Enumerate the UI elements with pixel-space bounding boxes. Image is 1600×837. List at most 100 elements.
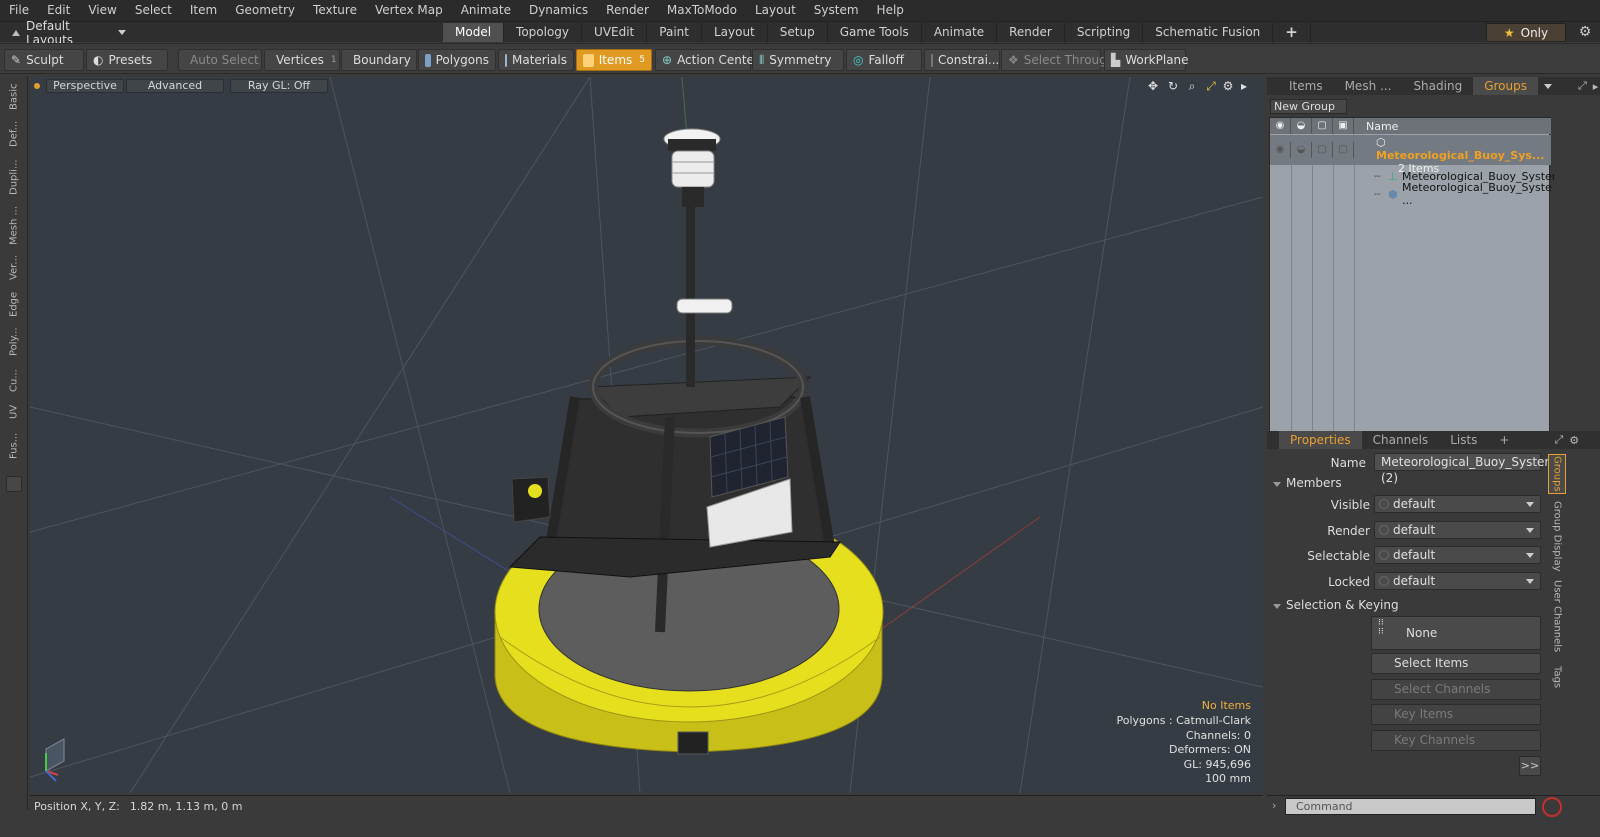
viewport-gear-icon[interactable]: ⚙ [1221,79,1235,93]
gear-icon[interactable]: ⚙ [1569,434,1579,447]
tab-render[interactable]: Render [997,23,1065,42]
visibility-icon[interactable]: ◉ [1270,118,1291,134]
materials-button[interactable]: Materials [498,49,574,71]
locked-dropdown[interactable]: default [1374,572,1541,590]
sculpt-button[interactable]: ✎ Sculpt [4,49,84,71]
key-items-button[interactable]: Key Items [1371,704,1541,725]
record-stop-icon[interactable] [1542,797,1562,817]
tab-topology[interactable]: Topology [504,23,583,42]
vtab-mesh[interactable]: Mesh ... [4,202,24,248]
menu-geometry[interactable]: Geometry [226,0,304,21]
tab-model[interactable]: Model [443,23,505,42]
group-row-root[interactable]: ◉ ◒ ▢ ▢ ⬡ Meteorological_Buoy_Sys... 2 I… [1270,135,1551,175]
viewport-menu-dot[interactable] [34,83,40,89]
tab-items[interactable]: Items [1267,77,1334,95]
workplane-button[interactable]: ▙ WorkPlane [1104,49,1189,71]
tab-game-tools[interactable]: Game Tools [828,23,922,42]
tab-animate[interactable]: Animate [922,23,998,42]
boundary-button[interactable]: Boundary [341,49,417,71]
selectable-dropdown[interactable]: default [1374,546,1541,564]
selection-keying-section[interactable]: Selection & Keying [1273,598,1399,612]
menu-maxtomodo[interactable]: MaxToModo [658,0,746,21]
tab-lists[interactable]: Lists [1439,431,1488,449]
menu-vertex-map[interactable]: Vertex Map [366,0,452,21]
select-items-button[interactable]: Select Items [1371,653,1541,674]
render-toggle-icon[interactable]: ◒ [1291,142,1312,158]
gear-icon[interactable]: ⚙ [1576,24,1594,41]
name-column-header[interactable]: Name [1354,120,1398,133]
tab-groups[interactable]: Groups [1473,77,1538,95]
vertices-button[interactable]: Vertices 1 [264,49,340,71]
presets-button[interactable]: ◐ Presets [86,49,168,71]
lock-icon[interactable]: ▢ [1312,118,1333,134]
tab-paint[interactable]: Paint [647,23,702,42]
vtab-uv[interactable]: UV [4,400,24,424]
fit-view-icon[interactable]: ⤢ [1204,79,1218,93]
polygons-button[interactable]: Polygons [418,49,496,71]
tab-mesh[interactable]: Mesh ... [1334,77,1403,95]
add-tab-icon[interactable]: + [1273,23,1311,42]
vtab-fusion[interactable]: Fus... [4,426,24,466]
name-field[interactable]: Meteorological_Buoy_System (2) [1374,453,1556,485]
key-channels-button[interactable]: Key Channels [1371,730,1541,751]
select-through-button[interactable]: ❖ Select Through [1001,49,1114,71]
only-button[interactable]: ★ Only [1486,23,1566,42]
more-icon[interactable]: ▸ [1593,80,1599,93]
new-group-button[interactable]: New Group [1270,99,1347,114]
vtab-curve[interactable]: Cu... [4,364,24,398]
menu-texture[interactable]: Texture [304,0,366,21]
viewport-more-icon[interactable]: ▸ [1237,79,1251,93]
perspective-dropdown[interactable]: Perspective [46,79,124,93]
tab-channels[interactable]: Channels [1362,431,1440,449]
move-view-icon[interactable]: ✥ [1146,79,1160,93]
render-dropdown[interactable]: default [1374,521,1541,539]
more-button[interactable]: >> [1519,756,1541,776]
menu-system[interactable]: System [805,0,868,21]
menu-select[interactable]: Select [126,0,181,21]
expand-toolbox-button[interactable] [6,476,22,492]
raygl-toggle[interactable]: Ray GL: Off [230,79,328,93]
tab-scripting[interactable]: Scripting [1065,23,1144,42]
items-button[interactable]: Items 5 [576,49,652,71]
visibility-toggle-icon[interactable]: ◉ [1270,142,1291,158]
vtab-vertex[interactable]: Ver... [4,250,24,286]
command-input[interactable]: Command [1285,798,1536,815]
vtab-edge[interactable]: Edge [4,288,24,320]
vtab-polygon[interactable]: Poly... [4,322,24,362]
tab-shading[interactable]: Shading [1402,77,1473,95]
select-channels-button[interactable]: Select Channels [1371,679,1541,700]
vtab-duplicate[interactable]: Dupli... [4,154,24,200]
visible-dropdown[interactable]: default [1374,495,1541,513]
members-section[interactable]: Members [1273,476,1342,490]
tab-schematic-fusion[interactable]: Schematic Fusion [1143,23,1274,42]
side-tab-group-display[interactable]: Group Display [1548,500,1566,572]
layout-selector[interactable]: Default Layouts [6,19,126,47]
menu-render[interactable]: Render [597,0,658,21]
vtab-deform[interactable]: Def... [4,116,24,152]
tab-properties[interactable]: Properties [1279,431,1362,449]
falloff-button[interactable]: ◎ Falloff [846,49,922,71]
side-tab-user-channels[interactable]: User Channels [1548,578,1566,654]
maximize-icon[interactable]: ⤢ [1578,79,1587,93]
menu-layout[interactable]: Layout [746,0,805,21]
maximize-icon[interactable]: ⤢ [1554,433,1563,447]
select-toggle[interactable]: ▢ [1333,142,1354,158]
render-icon[interactable]: ◒ [1291,118,1312,134]
symmetry-button[interactable]: ⦀ Symmetry [752,49,844,71]
auto-select-button[interactable]: Auto Select [178,49,262,71]
side-tab-groups[interactable]: Groups [1548,454,1566,494]
vtab-basic[interactable]: Basic [4,80,24,114]
menu-dynamics[interactable]: Dynamics [520,0,597,21]
advanced-dropdown[interactable]: Advanced [126,79,224,93]
group-child-row[interactable]: ┄ ⬢ Meteorological_Buoy_Syste ... [1270,181,1552,207]
tab-setup[interactable]: Setup [768,23,828,42]
menu-animate[interactable]: Animate [452,0,520,21]
3d-viewport[interactable]: Perspective Advanced Ray GL: Off ✥ ↻ ⌕ ⤢… [30,77,1263,793]
action-center-button[interactable]: ⊕ Action Center [655,49,759,71]
menu-item[interactable]: Item [181,0,226,21]
lock-toggle[interactable]: ▢ [1312,142,1333,158]
select-icon[interactable]: ▣ [1333,118,1354,134]
side-tab-tags[interactable]: Tags [1548,660,1566,694]
menu-help[interactable]: Help [868,0,913,21]
collapse-icon[interactable] [12,29,20,36]
